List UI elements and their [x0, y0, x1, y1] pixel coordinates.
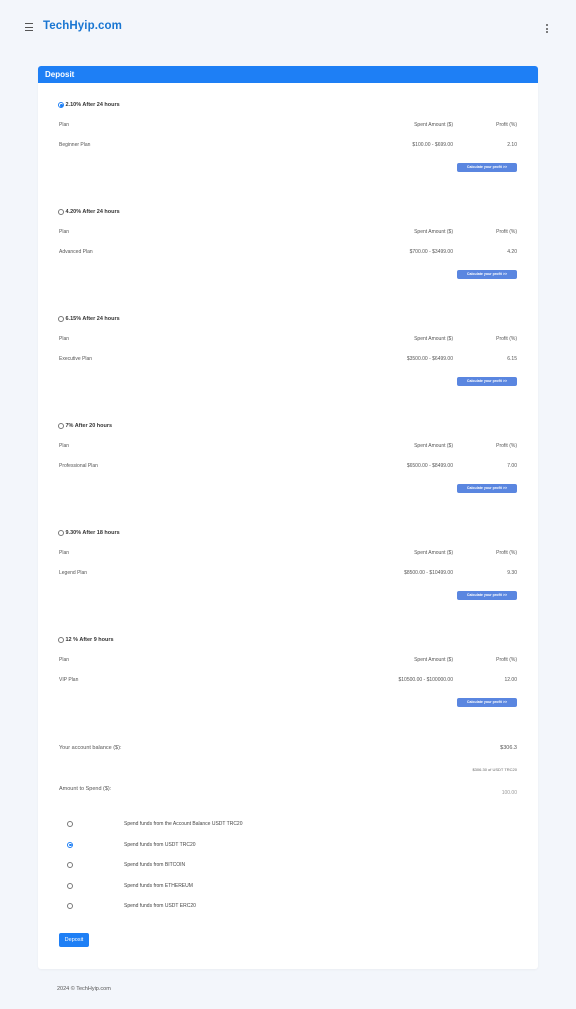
plan-profit: 6.15 [507, 356, 517, 362]
footer-copyright: 2024 © TechHyip.com [57, 986, 111, 992]
plan-title: 6.15% After 24 hours [65, 316, 120, 322]
calculate-profit-button[interactable]: Calculate your profit >> [457, 377, 517, 386]
payment-radio[interactable] [67, 882, 73, 889]
plan-profit: 4.20 [507, 249, 517, 255]
profit-column-header: Profit (%) [496, 122, 517, 128]
spent-column-header: Spent Amount ($) [414, 229, 453, 235]
deposit-button[interactable]: Deposit [59, 933, 89, 947]
payment-radio[interactable] [67, 841, 73, 848]
deposit-card: Deposit 2.10% After 24 hours Plan Spent … [38, 66, 538, 969]
profit-column-header: Profit (%) [496, 229, 517, 235]
card-title: Deposit [38, 66, 538, 83]
plan-block: 7% After 20 hours Plan Spent Amount ($) … [38, 421, 538, 511]
balance-note: $306.30 of USDT TRC20 [472, 767, 517, 772]
plan-title: 12 % After 9 hours [65, 637, 114, 643]
plan-title: 9.30% After 18 hours [65, 530, 120, 536]
plan-option[interactable]: 12 % After 9 hours [58, 635, 114, 645]
payment-option[interactable]: Spend funds from USDT TRC20 [38, 840, 538, 850]
brand-logo[interactable]: TechHyip.com [43, 20, 122, 32]
plan-option[interactable]: 7% After 20 hours [58, 421, 112, 431]
plan-name: Professional Plan [59, 463, 98, 469]
plan-range: $3500.00 - $6499.00 [406, 356, 453, 362]
payment-label: Spend funds from the Account Balance USD… [124, 821, 243, 827]
plan-radio[interactable] [58, 637, 64, 643]
payment-radio[interactable] [67, 903, 73, 909]
plan-block: 4.20% After 24 hours Plan Spent Amount (… [38, 207, 538, 297]
plan-block: 9.30% After 18 hours Plan Spent Amount (… [38, 528, 538, 618]
profit-column-header: Profit (%) [496, 657, 517, 663]
plan-profit: 9.30 [507, 570, 517, 576]
plan-option[interactable]: 2.10% After 24 hours [58, 100, 120, 110]
spent-column-header: Spent Amount ($) [414, 550, 453, 556]
plan-range: $100.00 - $699.00 [412, 142, 453, 148]
calculate-profit-button[interactable]: Calculate your profit >> [457, 591, 517, 600]
payment-option[interactable]: Spend funds from BITCOIN [38, 860, 538, 870]
plan-column-header: Plan [59, 443, 70, 449]
profit-column-header: Profit (%) [496, 336, 517, 342]
payment-radio[interactable] [67, 862, 73, 868]
plan-block: 6.15% After 24 hours Plan Spent Amount (… [38, 314, 538, 404]
profit-column-header: Profit (%) [496, 550, 517, 556]
spent-column-header: Spent Amount ($) [414, 443, 453, 449]
plan-radio[interactable] [58, 423, 64, 429]
spent-column-header: Spent Amount ($) [414, 336, 453, 342]
plan-name: Beginner Plan [59, 142, 91, 148]
plan-name: VIP Plan [59, 677, 79, 683]
spent-column-header: Spent Amount ($) [414, 657, 453, 663]
plan-option[interactable]: 9.30% After 18 hours [58, 528, 120, 538]
balance-value: $306.3 [500, 745, 517, 751]
payment-option[interactable]: Spend funds from ETHEREUM [38, 881, 538, 891]
payment-option[interactable]: Spend funds from the Account Balance USD… [38, 819, 538, 829]
plan-profit: 7.00 [507, 463, 517, 469]
plan-range: $8500.00 - $10499.00 [404, 570, 453, 576]
plan-block: 2.10% After 24 hours Plan Spent Amount (… [38, 100, 538, 190]
amount-input[interactable]: 100.00 [457, 786, 517, 800]
spent-column-header: Spent Amount ($) [414, 122, 453, 128]
plan-name: Legend Plan [59, 570, 88, 576]
plan-radio[interactable] [58, 209, 64, 215]
amount-label: Amount to Spend ($): [59, 786, 112, 792]
calculate-profit-button[interactable]: Calculate your profit >> [457, 270, 517, 279]
profit-column-header: Profit (%) [496, 443, 517, 449]
plan-range: $700.00 - $3499.00 [409, 249, 453, 255]
payment-label: Spend funds from ETHEREUM [124, 882, 193, 889]
plan-block: 12 % After 9 hours Plan Spent Amount ($)… [38, 635, 538, 725]
plan-radio[interactable] [58, 102, 64, 108]
top-bar: TechHyip.com [0, 0, 576, 56]
plan-column-header: Plan [59, 550, 70, 556]
more-options-icon[interactable] [545, 24, 549, 33]
plan-profit: 12.00 [504, 677, 517, 683]
plan-column-header: Plan [59, 336, 70, 342]
plan-profit: 2.10 [507, 142, 517, 148]
payment-label: Spend funds from USDT TRC20 [124, 841, 196, 848]
payment-label: Spend funds from USDT ERC20 [124, 903, 196, 909]
plan-range: $10500.00 - $100000.00 [398, 677, 454, 683]
plan-range: $6500.00 - $8499.00 [406, 463, 453, 469]
payment-label: Spend funds from BITCOIN [124, 862, 186, 868]
calculate-profit-button[interactable]: Calculate your profit >> [457, 698, 517, 707]
payment-option[interactable]: Spend funds from USDT ERC20 [38, 901, 538, 911]
payment-radio[interactable] [67, 821, 73, 827]
plan-option[interactable]: 6.15% After 24 hours [58, 314, 120, 324]
plan-radio[interactable] [58, 530, 64, 536]
menu-icon[interactable] [25, 23, 33, 31]
plan-name: Executive Plan [59, 356, 93, 362]
plan-name: Advanced Plan [59, 249, 93, 255]
plan-column-header: Plan [59, 122, 70, 128]
plan-option[interactable]: 4.20% After 24 hours [58, 207, 120, 217]
plan-column-header: Plan [59, 229, 70, 235]
plan-title: 4.20% After 24 hours [65, 209, 120, 215]
balance-label: Your account balance ($): [59, 745, 122, 751]
plan-title: 7% After 20 hours [65, 423, 113, 429]
plan-radio[interactable] [58, 316, 64, 322]
calculate-profit-button[interactable]: Calculate your profit >> [457, 163, 517, 172]
plan-column-header: Plan [59, 657, 70, 663]
calculate-profit-button[interactable]: Calculate your profit >> [457, 484, 517, 493]
plan-title: 2.10% After 24 hours [65, 102, 120, 108]
